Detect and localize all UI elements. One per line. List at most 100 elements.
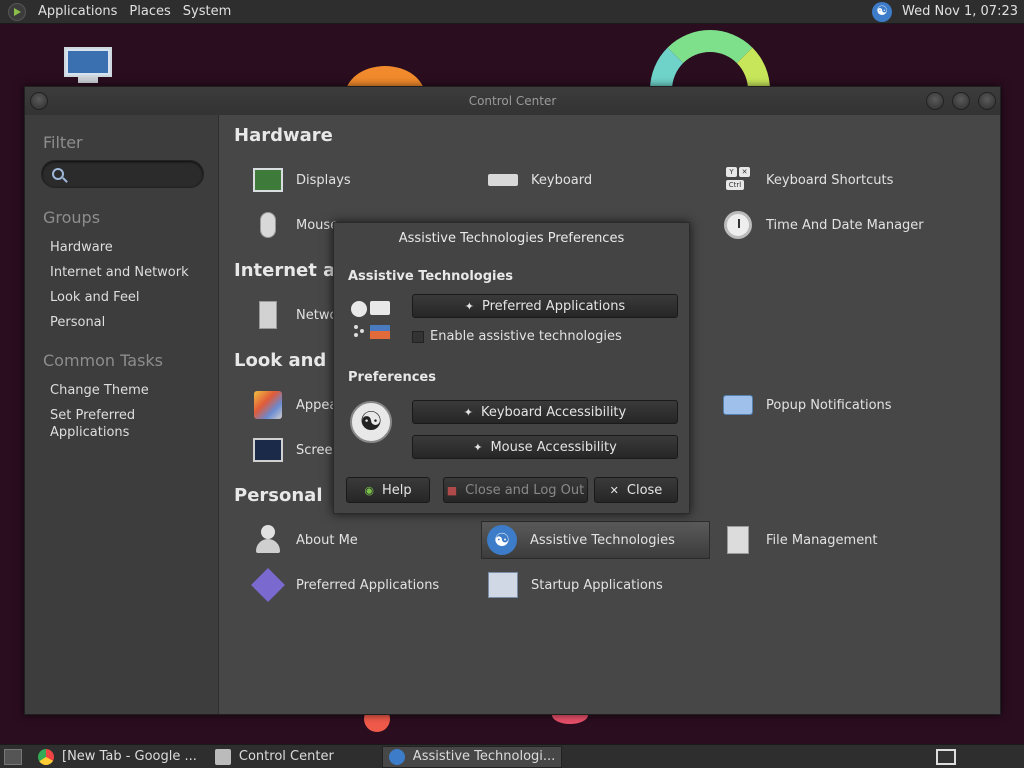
sidebar: Filter Groups Hardware Internet and Netw…	[25, 115, 219, 714]
button-label: Keyboard Accessibility	[480, 404, 627, 420]
task-preferred-apps[interactable]: Set Preferred Applications	[50, 407, 160, 441]
item-mouse[interactable]: Mouse	[248, 206, 338, 244]
screensaver-icon	[253, 438, 283, 462]
mouse-icon	[260, 212, 276, 238]
button-label: Mouse Accessibility	[490, 439, 617, 455]
distro-logo-icon[interactable]	[8, 2, 26, 21]
preferred-apps-icon	[251, 568, 285, 602]
item-keyboard[interactable]: Keyboard	[483, 161, 592, 199]
item-label: Assistive Technologies	[530, 532, 675, 548]
close-button[interactable]: ✕ Close	[594, 477, 678, 503]
bottom-panel: [New Tab - Google ... Control Center Ass…	[0, 744, 1024, 768]
item-keyboard-shortcuts[interactable]: Y ✕ Ctrl Keyboard Shortcuts	[718, 161, 893, 199]
chrome-icon	[38, 748, 54, 765]
preferred-applications-button[interactable]: ✦ Preferred Applications	[412, 294, 678, 318]
item-about-me[interactable]: About Me	[248, 521, 358, 559]
section-hardware: Hardware	[234, 125, 333, 146]
item-label: Keyboard	[531, 172, 593, 188]
top-panel: Applications Places System ☯ Wed Nov 1, …	[0, 0, 1024, 24]
file-cabinet-icon	[727, 526, 749, 554]
item-label: File Management	[766, 532, 878, 548]
item-startup-applications[interactable]: Startup Applications	[483, 566, 663, 604]
clock-icon	[724, 211, 752, 239]
appearance-icon	[254, 391, 282, 419]
item-label: Mouse	[296, 217, 339, 233]
assistive-tech-icon	[351, 301, 390, 339]
groups-list: Hardware Internet and Network Look and F…	[50, 239, 218, 331]
item-label: About Me	[296, 532, 358, 548]
enable-at-checkbox[interactable]	[412, 330, 424, 343]
search-icon	[52, 168, 64, 180]
task-chrome[interactable]: [New Tab - Google ...	[32, 746, 203, 768]
section-personal: Personal	[234, 485, 323, 506]
notification-icon	[723, 395, 753, 415]
enable-at-checkbox-row[interactable]: Enable assistive technologies	[412, 329, 622, 344]
help-button[interactable]: ◉ Help	[346, 477, 430, 503]
task-label: Assistive Technologi...	[412, 749, 556, 764]
menu-places[interactable]: Places	[123, 4, 176, 19]
show-desktop-icon[interactable]	[4, 748, 22, 765]
network-icon	[259, 301, 277, 329]
button-label: Close and Log Out	[465, 482, 585, 498]
clock[interactable]: Wed Nov 1, 07:23	[902, 4, 1018, 19]
groups-heading: Groups	[43, 208, 101, 227]
item-label: Keyboard Shortcuts	[766, 172, 894, 188]
assistive-tech-dialog: Assistive Technologies Preferences Assis…	[333, 222, 690, 514]
task-control-center[interactable]: Control Center	[209, 746, 340, 768]
menu-system[interactable]: System	[177, 4, 237, 19]
accessibility-icon	[388, 748, 405, 765]
task-assistive-tech[interactable]: Assistive Technologi...	[381, 745, 563, 768]
item-time-date[interactable]: Time And Date Manager	[718, 206, 924, 244]
task-change-theme[interactable]: Change Theme	[50, 382, 218, 399]
tasks-list: Change Theme Set Preferred Applications	[50, 382, 218, 441]
keyboard-shortcuts-icon: Y ✕ Ctrl	[724, 167, 752, 193]
filter-heading: Filter	[43, 133, 83, 152]
computer-desktop-icon[interactable]	[64, 47, 112, 83]
user-icon	[255, 525, 281, 555]
item-displays[interactable]: Displays	[248, 161, 351, 199]
workspace-switcher[interactable]	[936, 748, 956, 765]
item-preferred-applications[interactable]: Preferred Applications	[248, 566, 439, 604]
item-label: Displays	[296, 172, 351, 188]
accessibility-icon[interactable]: ☯	[872, 1, 893, 22]
task-label: [New Tab - Google ...	[62, 749, 197, 764]
item-popup-notifications[interactable]: Popup Notifications	[718, 386, 892, 424]
group-look[interactable]: Look and Feel	[50, 289, 218, 306]
item-label: Preferred Applications	[296, 577, 440, 593]
close-window-button[interactable]	[978, 92, 996, 110]
mouse-accessibility-button[interactable]: ✦ Mouse Accessibility	[412, 435, 678, 459]
accessibility-figure-icon: ☯	[350, 401, 392, 443]
close-and-logout-button[interactable]: ■ Close and Log Out	[443, 477, 588, 503]
dialog-section-at: Assistive Technologies	[348, 269, 514, 284]
minimize-button[interactable]	[926, 92, 944, 110]
startup-icon	[488, 572, 518, 598]
group-internet[interactable]: Internet and Network	[50, 264, 218, 281]
item-assistive-technologies[interactable]: ☯ Assistive Technologies	[481, 521, 710, 559]
window-menu-button[interactable]	[30, 92, 48, 110]
group-personal[interactable]: Personal	[50, 314, 218, 331]
item-label: Time And Date Manager	[766, 217, 924, 233]
maximize-button[interactable]	[952, 92, 970, 110]
button-label: Preferred Applications	[482, 298, 626, 314]
keyboard-icon	[488, 174, 518, 186]
accessibility-icon: ☯	[487, 525, 517, 555]
search-input[interactable]	[41, 160, 204, 188]
help-icon: ◉	[364, 483, 374, 497]
window-title: Control Center	[468, 94, 557, 108]
dialog-title[interactable]: Assistive Technologies Preferences	[334, 223, 689, 253]
display-icon	[253, 168, 283, 192]
tasks-heading: Common Tasks	[43, 351, 164, 370]
group-hardware[interactable]: Hardware	[50, 239, 218, 256]
sparkle-icon: ✦	[464, 299, 474, 313]
item-file-management[interactable]: File Management	[718, 521, 878, 559]
item-label: Startup Applications	[531, 577, 663, 593]
dialog-section-preferences: Preferences	[348, 370, 436, 385]
menu-applications[interactable]: Applications	[32, 4, 123, 19]
window-titlebar[interactable]: Control Center	[25, 87, 1000, 115]
task-label: Control Center	[238, 749, 334, 764]
button-label: Help	[381, 482, 412, 498]
close-icon: ✕	[609, 483, 619, 497]
control-center-icon	[214, 748, 231, 765]
keyboard-accessibility-button[interactable]: ✦ Keyboard Accessibility	[412, 400, 678, 424]
logout-icon: ■	[446, 483, 458, 497]
